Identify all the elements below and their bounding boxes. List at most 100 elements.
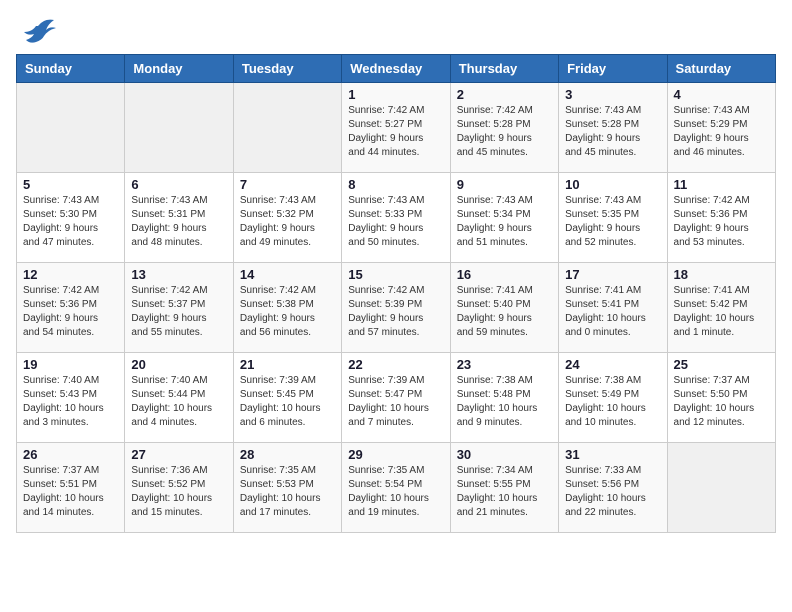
day-info: Sunrise: 7:33 AM Sunset: 5:56 PM Dayligh… <box>565 464 660 520</box>
day-info: Sunrise: 7:42 AM Sunset: 5:36 PM Dayligh… <box>674 194 769 250</box>
day-number: 10 <box>565 177 660 192</box>
calendar-body: 1 Sunrise: 7:42 AM Sunset: 5:27 PM Daylig… <box>17 83 776 533</box>
day-number: 21 <box>240 357 335 372</box>
calendar-week-4: 19Sunrise: 7:40 AM Sunset: 5:43 PM Dayli… <box>17 353 776 443</box>
weekday-header-saturday: Saturday <box>667 55 775 83</box>
weekday-header-sunday: Sunday <box>17 55 125 83</box>
calendar-cell: 19Sunrise: 7:40 AM Sunset: 5:43 PM Dayli… <box>17 353 125 443</box>
day-info: Sunrise: 7:42 AM Sunset: 5:27 PM Dayligh… <box>348 104 443 160</box>
day-number: 31 <box>565 447 660 462</box>
calendar-cell: 11 Sunrise: 7:42 AM Sunset: 5:36 PM Dayli… <box>667 173 775 263</box>
calendar-cell <box>17 83 125 173</box>
day-number: 24 <box>565 357 660 372</box>
calendar-cell: 6 Sunrise: 7:43 AM Sunset: 5:31 PM Daylig… <box>125 173 233 263</box>
calendar-week-3: 12 Sunrise: 7:42 AM Sunset: 5:36 PM Dayli… <box>17 263 776 353</box>
day-info: Sunrise: 7:43 AM Sunset: 5:31 PM Dayligh… <box>131 194 226 250</box>
day-number: 14 <box>240 267 335 282</box>
calendar-cell: 23 Sunrise: 7:38 AM Sunset: 5:48 PM Dayli… <box>450 353 558 443</box>
calendar-cell: 27 Sunrise: 7:36 AM Sunset: 5:52 PM Dayli… <box>125 443 233 533</box>
day-number: 5 <box>23 177 118 192</box>
day-number: 30 <box>457 447 552 462</box>
day-info: Sunrise: 7:39 AM Sunset: 5:45 PM Dayligh… <box>240 374 335 430</box>
day-number: 6 <box>131 177 226 192</box>
day-number: 22 <box>348 357 443 372</box>
day-number: 18 <box>674 267 769 282</box>
calendar-week-5: 26 Sunrise: 7:37 AM Sunset: 5:51 PM Dayli… <box>17 443 776 533</box>
weekday-header-friday: Friday <box>559 55 667 83</box>
day-number: 29 <box>348 447 443 462</box>
calendar-cell <box>233 83 341 173</box>
day-number: 15 <box>348 267 443 282</box>
day-info: Sunrise: 7:38 AM Sunset: 5:48 PM Dayligh… <box>457 374 552 430</box>
logo <box>16 16 56 46</box>
weekday-header-wednesday: Wednesday <box>342 55 450 83</box>
calendar-week-1: 1 Sunrise: 7:42 AM Sunset: 5:27 PM Daylig… <box>17 83 776 173</box>
calendar-cell: 24 Sunrise: 7:38 AM Sunset: 5:49 PM Dayli… <box>559 353 667 443</box>
calendar-cell: 26 Sunrise: 7:37 AM Sunset: 5:51 PM Dayli… <box>17 443 125 533</box>
day-info: Sunrise: 7:43 AM Sunset: 5:29 PM Dayligh… <box>674 104 769 160</box>
day-info: Sunrise: 7:42 AM Sunset: 5:28 PM Dayligh… <box>457 104 552 160</box>
day-info: Sunrise: 7:37 AM Sunset: 5:50 PM Dayligh… <box>674 374 769 430</box>
calendar-cell: 21 Sunrise: 7:39 AM Sunset: 5:45 PM Dayli… <box>233 353 341 443</box>
calendar-cell: 12 Sunrise: 7:42 AM Sunset: 5:36 PM Dayli… <box>17 263 125 353</box>
day-info: Sunrise: 7:43 AM Sunset: 5:32 PM Dayligh… <box>240 194 335 250</box>
day-info: Sunrise: 7:41 AM Sunset: 5:40 PM Dayligh… <box>457 284 552 340</box>
calendar-cell <box>125 83 233 173</box>
logo-bird-icon <box>20 16 56 46</box>
day-number: 11 <box>674 177 769 192</box>
day-info: Sunrise: 7:41 AM Sunset: 5:41 PM Dayligh… <box>565 284 660 340</box>
calendar-cell: 18 Sunrise: 7:41 AM Sunset: 5:42 PM Dayli… <box>667 263 775 353</box>
day-info: Sunrise: 7:42 AM Sunset: 5:39 PM Dayligh… <box>348 284 443 340</box>
calendar-cell: 17Sunrise: 7:41 AM Sunset: 5:41 PM Dayli… <box>559 263 667 353</box>
day-info: Sunrise: 7:38 AM Sunset: 5:49 PM Dayligh… <box>565 374 660 430</box>
day-number: 8 <box>348 177 443 192</box>
calendar-cell: 31 Sunrise: 7:33 AM Sunset: 5:56 PM Dayli… <box>559 443 667 533</box>
calendar-cell: 3Sunrise: 7:43 AM Sunset: 5:28 PM Daylig… <box>559 83 667 173</box>
calendar-table: SundayMondayTuesdayWednesdayThursdayFrid… <box>16 54 776 533</box>
weekday-header-monday: Monday <box>125 55 233 83</box>
day-number: 23 <box>457 357 552 372</box>
day-number: 26 <box>23 447 118 462</box>
day-info: Sunrise: 7:41 AM Sunset: 5:42 PM Dayligh… <box>674 284 769 340</box>
day-info: Sunrise: 7:43 AM Sunset: 5:34 PM Dayligh… <box>457 194 552 250</box>
day-number: 7 <box>240 177 335 192</box>
day-info: Sunrise: 7:42 AM Sunset: 5:37 PM Dayligh… <box>131 284 226 340</box>
calendar-header: SundayMondayTuesdayWednesdayThursdayFrid… <box>17 55 776 83</box>
calendar-cell: 8 Sunrise: 7:43 AM Sunset: 5:33 PM Daylig… <box>342 173 450 263</box>
calendar-cell: 1 Sunrise: 7:42 AM Sunset: 5:27 PM Daylig… <box>342 83 450 173</box>
day-number: 20 <box>131 357 226 372</box>
calendar-cell: 2Sunrise: 7:42 AM Sunset: 5:28 PM Daylig… <box>450 83 558 173</box>
calendar-cell: 14Sunrise: 7:42 AM Sunset: 5:38 PM Dayli… <box>233 263 341 353</box>
calendar-cell: 7 Sunrise: 7:43 AM Sunset: 5:32 PM Daylig… <box>233 173 341 263</box>
calendar-cell: 5 Sunrise: 7:43 AM Sunset: 5:30 PM Daylig… <box>17 173 125 263</box>
calendar-cell: 22Sunrise: 7:39 AM Sunset: 5:47 PM Dayli… <box>342 353 450 443</box>
calendar-cell: 30Sunrise: 7:34 AM Sunset: 5:55 PM Dayli… <box>450 443 558 533</box>
calendar-cell: 28Sunrise: 7:35 AM Sunset: 5:53 PM Dayli… <box>233 443 341 533</box>
day-number: 12 <box>23 267 118 282</box>
day-info: Sunrise: 7:43 AM Sunset: 5:28 PM Dayligh… <box>565 104 660 160</box>
day-number: 19 <box>23 357 118 372</box>
day-info: Sunrise: 7:43 AM Sunset: 5:33 PM Dayligh… <box>348 194 443 250</box>
calendar-cell: 13Sunrise: 7:42 AM Sunset: 5:37 PM Dayli… <box>125 263 233 353</box>
day-number: 27 <box>131 447 226 462</box>
day-info: Sunrise: 7:43 AM Sunset: 5:30 PM Dayligh… <box>23 194 118 250</box>
weekday-header-tuesday: Tuesday <box>233 55 341 83</box>
calendar-cell <box>667 443 775 533</box>
page-header <box>16 16 776 46</box>
day-number: 4 <box>674 87 769 102</box>
calendar-cell: 16 Sunrise: 7:41 AM Sunset: 5:40 PM Dayli… <box>450 263 558 353</box>
calendar-cell: 29Sunrise: 7:35 AM Sunset: 5:54 PM Dayli… <box>342 443 450 533</box>
day-number: 16 <box>457 267 552 282</box>
calendar-cell: 20Sunrise: 7:40 AM Sunset: 5:44 PM Dayli… <box>125 353 233 443</box>
weekday-header-thursday: Thursday <box>450 55 558 83</box>
calendar-cell: 10Sunrise: 7:43 AM Sunset: 5:35 PM Dayli… <box>559 173 667 263</box>
calendar-week-2: 5 Sunrise: 7:43 AM Sunset: 5:30 PM Daylig… <box>17 173 776 263</box>
day-info: Sunrise: 7:37 AM Sunset: 5:51 PM Dayligh… <box>23 464 118 520</box>
day-info: Sunrise: 7:42 AM Sunset: 5:36 PM Dayligh… <box>23 284 118 340</box>
day-number: 1 <box>348 87 443 102</box>
weekday-row: SundayMondayTuesdayWednesdayThursdayFrid… <box>17 55 776 83</box>
day-info: Sunrise: 7:36 AM Sunset: 5:52 PM Dayligh… <box>131 464 226 520</box>
calendar-cell: 25Sunrise: 7:37 AM Sunset: 5:50 PM Dayli… <box>667 353 775 443</box>
calendar-cell: 9Sunrise: 7:43 AM Sunset: 5:34 PM Daylig… <box>450 173 558 263</box>
calendar-cell: 4 Sunrise: 7:43 AM Sunset: 5:29 PM Daylig… <box>667 83 775 173</box>
